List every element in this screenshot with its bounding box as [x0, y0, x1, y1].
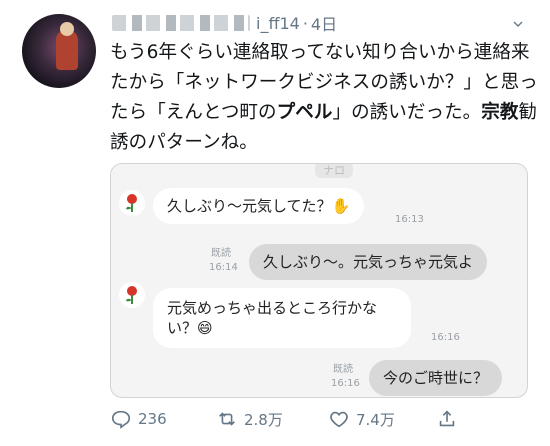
flower-icon	[119, 282, 145, 308]
chat-bubble-sent: 今のご時世に？	[369, 360, 503, 396]
tweet-text: もう6年ぐらい連絡取ってない知り合いから連絡来たから「ネットワークビジネスの誘い…	[110, 38, 538, 158]
avatar-figure	[56, 30, 78, 70]
chat-bubble-received: 元気めっちゃ出るところ行かない？😄	[153, 288, 411, 348]
chat-bubble-sent: 久しぶり〜。元気っちゃ元気よ	[249, 244, 488, 280]
tweet-time[interactable]: 4日	[311, 11, 337, 35]
reply-count: 236	[138, 410, 167, 428]
chat-read-receipt: 既読	[211, 248, 231, 259]
chat-time: 16:16	[431, 332, 460, 343]
chat-read-receipt: 既読	[333, 364, 353, 375]
user-avatar[interactable]	[22, 14, 96, 88]
share-icon	[439, 410, 455, 427]
chat-top-date: ナロ	[315, 164, 353, 178]
like-icon	[330, 411, 348, 428]
reply-icon	[111, 410, 131, 429]
retweet-icon	[219, 412, 235, 426]
chat-time: 16:13	[395, 214, 424, 225]
tweet-header: i_ff14 · 4日	[112, 10, 530, 36]
blurred-username[interactable]	[112, 15, 250, 31]
retweet-count: 2.8万	[244, 410, 283, 429]
tweet-text-part: 」の誘いだった。	[332, 102, 482, 123]
user-handle[interactable]: i_ff14	[256, 14, 300, 33]
tweet-actions: 236 2.8万 7.4万	[110, 408, 530, 436]
flower-icon	[119, 190, 145, 216]
like-count: 7.4万	[356, 410, 395, 429]
share-button[interactable]	[436, 408, 464, 430]
avatar-head	[60, 22, 74, 36]
like-button[interactable]: 7.4万	[328, 408, 395, 430]
tweet-text-bold: プペル	[276, 102, 333, 123]
chat-time: 16:14	[209, 262, 238, 273]
retweet-button[interactable]: 2.8万	[216, 408, 283, 430]
separator: ·	[302, 13, 308, 33]
more-icon[interactable]	[510, 16, 526, 32]
reply-button[interactable]: 236	[110, 408, 167, 430]
chat-time: 16:16	[331, 378, 360, 389]
chat-bubble-received: 久しぶり〜元気してた？✋	[153, 188, 365, 224]
chat-screenshot-image[interactable]: ナロ 久しぶり〜元気してた？✋ 16:13 既読 16:14 久しぶり〜。元気っ…	[110, 163, 528, 398]
tweet-text-bold: 宗教	[481, 102, 519, 123]
